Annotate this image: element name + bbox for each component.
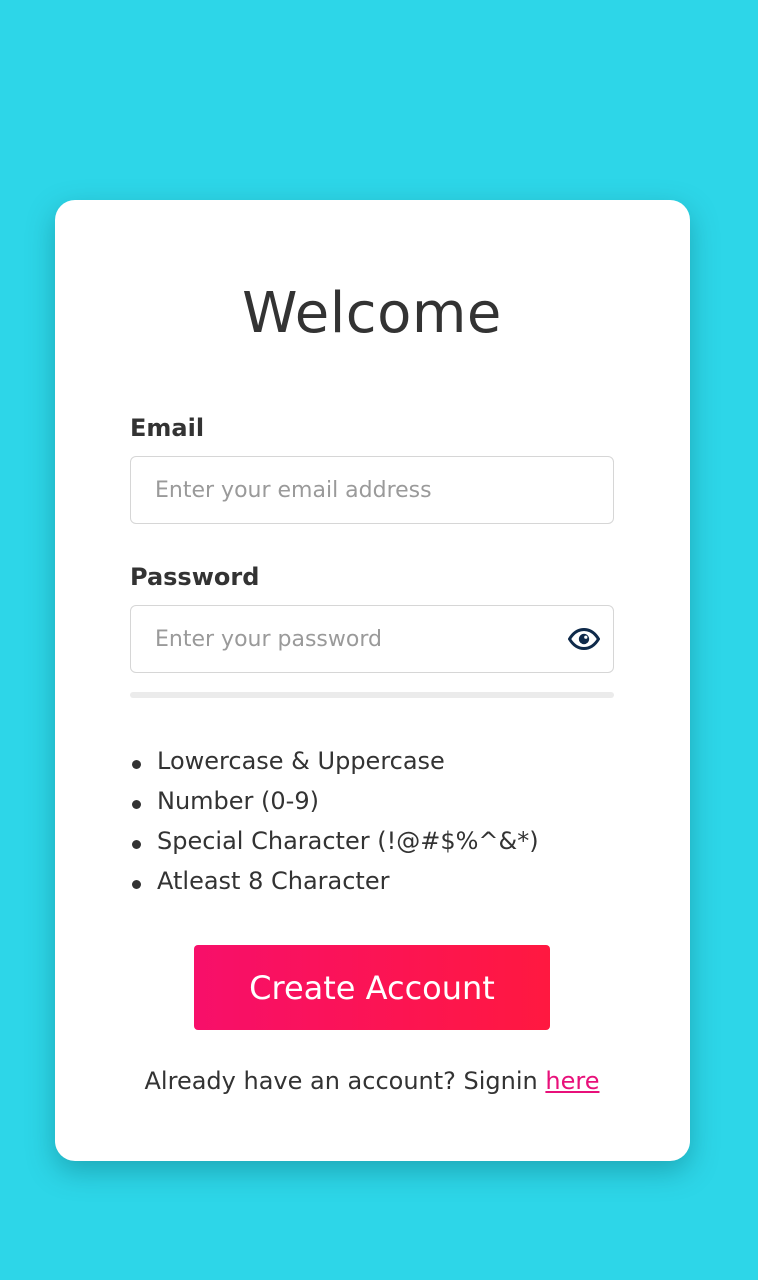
page-title: Welcome <box>242 281 502 346</box>
password-strength-bar <box>130 692 614 698</box>
email-field[interactable] <box>131 457 613 523</box>
requirement-text: Special Character (!@#$%^&*) <box>157 827 539 855</box>
email-field-wrapper <box>130 456 614 524</box>
requirement-text: Atleast 8 Character <box>157 867 390 895</box>
requirement-item: Atleast 8 Character <box>130 861 614 901</box>
bullet-icon <box>132 840 141 849</box>
bullet-icon <box>132 760 141 769</box>
password-label: Password <box>130 563 260 591</box>
signin-prompt: Already have an account? Signin here <box>130 1065 614 1097</box>
password-field[interactable] <box>131 606 613 672</box>
requirement-item: Number (0-9) <box>130 781 614 821</box>
requirement-text: Number (0-9) <box>157 787 319 815</box>
password-field-wrapper <box>130 605 614 673</box>
signin-prompt-text: Already have an account? Signin <box>144 1067 538 1095</box>
signin-link[interactable]: here <box>545 1067 599 1095</box>
requirement-text: Lowercase & Uppercase <box>157 747 445 775</box>
requirement-item: Lowercase & Uppercase <box>130 741 614 781</box>
create-account-button[interactable]: Create Account <box>194 945 550 1030</box>
eye-icon[interactable] <box>567 622 601 656</box>
signup-card: Welcome Email Password Lowercase & Upper… <box>55 200 690 1161</box>
requirement-item: Special Character (!@#$%^&*) <box>130 821 614 861</box>
password-requirements-list: Lowercase & Uppercase Number (0-9) Speci… <box>130 741 614 901</box>
bullet-icon <box>132 880 141 889</box>
bullet-icon <box>132 800 141 809</box>
email-label: Email <box>130 414 205 442</box>
